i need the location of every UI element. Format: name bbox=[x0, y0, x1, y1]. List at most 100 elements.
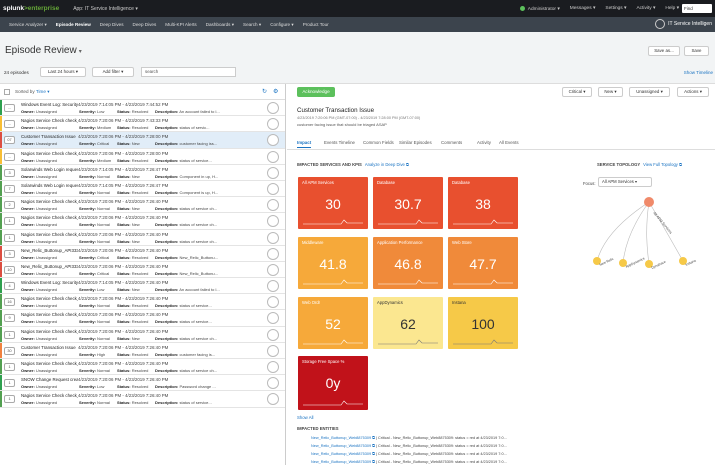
episode-status-ring-icon[interactable] bbox=[267, 377, 279, 390]
episode-row[interactable]: 16 Nagios Service Check check_...4/23/201… bbox=[0, 294, 285, 311]
episode-row[interactable]: 3 Solarwinds Web Login reques...4/23/2019… bbox=[0, 164, 285, 181]
settings-gear-icon[interactable]: ⚙ bbox=[273, 88, 278, 95]
episode-row[interactable]: 07 Customer Transaction Issue 4/23/2019 7:… bbox=[0, 132, 285, 149]
episode-status-ring-icon[interactable] bbox=[267, 166, 279, 179]
episode-status-ring-icon[interactable] bbox=[267, 118, 279, 131]
nav-item[interactable]: Deep Dives bbox=[100, 22, 124, 27]
entity-link[interactable]: New_Relic_Buttonup_Web8875309 ⧉ bbox=[311, 444, 375, 448]
save-button[interactable]: Save bbox=[684, 46, 709, 56]
episode-status-ring-icon[interactable] bbox=[267, 296, 279, 309]
episode-status-ring-icon[interactable] bbox=[267, 312, 279, 325]
episode-status-ring-icon[interactable] bbox=[267, 231, 279, 244]
entity-link[interactable]: New_Relic_Buttonup_Web8875309 ⧉ bbox=[311, 436, 375, 440]
episode-row[interactable]: 1 Nagios Service Check check_p...4/23/201… bbox=[0, 213, 285, 230]
refresh-icon[interactable]: ↻ bbox=[262, 88, 267, 95]
severity-dropdown[interactable]: Critical ▾ bbox=[562, 87, 592, 97]
episode-row[interactable]: 1 Nagios Service Check check_p...4/23/201… bbox=[0, 229, 285, 246]
episode-owner: Owner: Unassigned bbox=[21, 384, 79, 389]
activity-menu[interactable]: Activity ▾ bbox=[636, 6, 655, 11]
user-menu[interactable]: Administrator ▾ bbox=[519, 5, 560, 11]
kpi-tile[interactable]: Web Ordr 52 bbox=[298, 297, 368, 349]
owner-dropdown[interactable]: Unassigned ▾ bbox=[629, 87, 670, 97]
episode-row[interactable]: 4 Windows Event Log: Security4/23/2019 7:… bbox=[0, 278, 285, 295]
episode-status-ring-icon[interactable] bbox=[267, 199, 279, 212]
episode-row[interactable]: 9 Nagios Service Check check_...4/23/2019… bbox=[0, 310, 285, 327]
episode-row[interactable]: 10 New_Relic_Buttonup_API333...4/23/2019 … bbox=[0, 261, 285, 279]
episode-row[interactable]: 1 SNOW Change Request crea...4/23/2019 7:… bbox=[0, 375, 285, 392]
episode-row[interactable]: 1 Nagios Service Check check_p...4/23/201… bbox=[0, 326, 285, 343]
topology-node-root[interactable] bbox=[644, 197, 654, 207]
nav-item[interactable]: Deep Dives bbox=[133, 22, 157, 27]
app-menu[interactable]: App: IT Service Intelligence ▾ bbox=[73, 6, 138, 12]
entity-link[interactable]: New_Relic_Buttonup_Web8875309 ⧉ bbox=[311, 452, 375, 456]
tab-events-timeline[interactable]: Events Timeline bbox=[324, 140, 355, 145]
splunk-logo[interactable]: splunk>enterprise bbox=[3, 5, 59, 12]
description-value: An account failed to l... bbox=[179, 287, 220, 293]
add-filter-button[interactable]: Add filter ▾ bbox=[92, 67, 134, 77]
kpi-tile[interactable]: Instana 100 bbox=[448, 297, 518, 349]
episode-status-ring-icon[interactable] bbox=[267, 247, 279, 260]
settings-menu[interactable]: Settings ▾ bbox=[605, 6, 626, 11]
nav-item[interactable]: Multi-KPI Alerts bbox=[165, 22, 196, 27]
kpi-tile[interactable]: Database 30.7 bbox=[373, 177, 443, 229]
episode-row[interactable]: 1 Nagios Service Check check_p...4/23/201… bbox=[0, 359, 285, 376]
tab-common-fields[interactable]: Common Fields bbox=[363, 140, 394, 145]
nav-item[interactable]: Product Tour bbox=[303, 22, 329, 27]
tab-similar-episodes[interactable]: Similar Episodes bbox=[399, 140, 432, 145]
episode-row[interactable]: 30 Customer Transaction Issue 4/23/2019 7:… bbox=[0, 342, 285, 359]
kpi-tile[interactable]: Application Performance 46.8 bbox=[373, 237, 443, 289]
episode-status-ring-icon[interactable] bbox=[267, 344, 279, 357]
acknowledge-button[interactable]: Acknowledge bbox=[297, 87, 335, 97]
kpi-tile[interactable]: Database 38 bbox=[448, 177, 518, 229]
episode-row[interactable]: 1 Nagios Service Check check_...4/23/2019… bbox=[0, 391, 285, 408]
kpi-tile[interactable]: Middleware 41.8 bbox=[298, 237, 368, 289]
episode-status-ring-icon[interactable] bbox=[267, 280, 279, 293]
episode-status-ring-icon[interactable] bbox=[267, 361, 279, 373]
search-input[interactable]: search bbox=[141, 67, 236, 77]
kpi-tile[interactable]: All APM Services 30 bbox=[298, 177, 368, 229]
messages-menu[interactable]: Messages ▾ bbox=[570, 6, 596, 11]
nav-item[interactable]: Episode Review bbox=[56, 22, 91, 27]
episode-row[interactable]: ... Windows Event Log: Security4/23/2019 … bbox=[0, 100, 285, 117]
episode-row[interactable]: ... Nagios Service Check check_...4/23/20… bbox=[0, 116, 285, 133]
episode-status-ring-icon[interactable] bbox=[267, 393, 279, 406]
episode-status-ring-icon[interactable] bbox=[267, 328, 279, 341]
actions-dropdown[interactable]: Actions ▾ bbox=[677, 87, 709, 97]
chevron-down-icon[interactable]: ▾ bbox=[79, 49, 82, 55]
save-as-button[interactable]: Save as... bbox=[648, 46, 680, 56]
episode-row[interactable]: 7 Solarwinds Web Login reques...4/23/2019… bbox=[0, 180, 285, 198]
service-topology-graph[interactable]: All APM Services New Relic AppDynamics D… bbox=[583, 189, 703, 289]
sort-field-dropdown[interactable]: Time ▾ bbox=[36, 89, 50, 94]
kpi-tile[interactable]: Web Store 47.7 bbox=[448, 237, 518, 289]
nav-item[interactable]: Search ▾ bbox=[243, 22, 261, 28]
find-input[interactable]: Find bbox=[682, 4, 712, 13]
kpi-tile[interactable]: AppDynamics 62 bbox=[373, 297, 443, 349]
episode-status-ring-icon[interactable] bbox=[267, 134, 279, 147]
help-menu[interactable]: Help ▾ bbox=[665, 6, 679, 11]
episode-status-ring-icon[interactable] bbox=[267, 215, 279, 228]
episode-row[interactable]: 3 New_Relic_Buttonup_API333...4/23/2019 7… bbox=[0, 245, 285, 262]
tab-all-events[interactable]: All Events bbox=[499, 140, 519, 145]
view-full-topology-link[interactable]: View Full Topology ⧉ bbox=[643, 162, 682, 167]
status-dropdown[interactable]: New ▾ bbox=[598, 87, 623, 97]
show-timeline-link[interactable]: Show Timeline bbox=[684, 70, 713, 75]
episode-status-ring-icon[interactable] bbox=[267, 102, 279, 114]
episode-status-ring-icon[interactable] bbox=[267, 182, 279, 195]
select-all-checkbox[interactable] bbox=[4, 89, 10, 95]
nav-item[interactable]: Configure ▾ bbox=[270, 22, 294, 28]
analyze-deep-dive-link[interactable]: Analyze in Deep Dive ⧉ bbox=[365, 162, 409, 167]
episode-row[interactable]: 2 Nagios Service Check check_p...4/23/201… bbox=[0, 197, 285, 214]
kpi-tile[interactable]: Storage Free Space % 0y bbox=[298, 356, 368, 410]
tab-activity[interactable]: Activity bbox=[477, 140, 491, 145]
show-all-link[interactable]: Show All bbox=[297, 415, 313, 420]
tab-comments[interactable]: Comments bbox=[441, 140, 462, 145]
episode-status-ring-icon[interactable] bbox=[267, 263, 279, 276]
focus-dropdown[interactable]: All APM Services ▾ bbox=[598, 177, 652, 187]
episode-status-ring-icon[interactable] bbox=[267, 150, 279, 163]
tab-impact[interactable]: Impact bbox=[297, 140, 312, 148]
entity-link[interactable]: New_Relic_Buttonup_Web8875309 ⧉ bbox=[311, 460, 375, 464]
episode-row[interactable]: ... Nagios Service Check check_...4/23/20… bbox=[0, 148, 285, 165]
nav-item[interactable]: Service Analyzer ▾ bbox=[9, 22, 47, 28]
time-range-picker[interactable]: Last 24 hours ▾ bbox=[40, 67, 86, 77]
nav-item[interactable]: Dashboards ▾ bbox=[206, 22, 234, 28]
